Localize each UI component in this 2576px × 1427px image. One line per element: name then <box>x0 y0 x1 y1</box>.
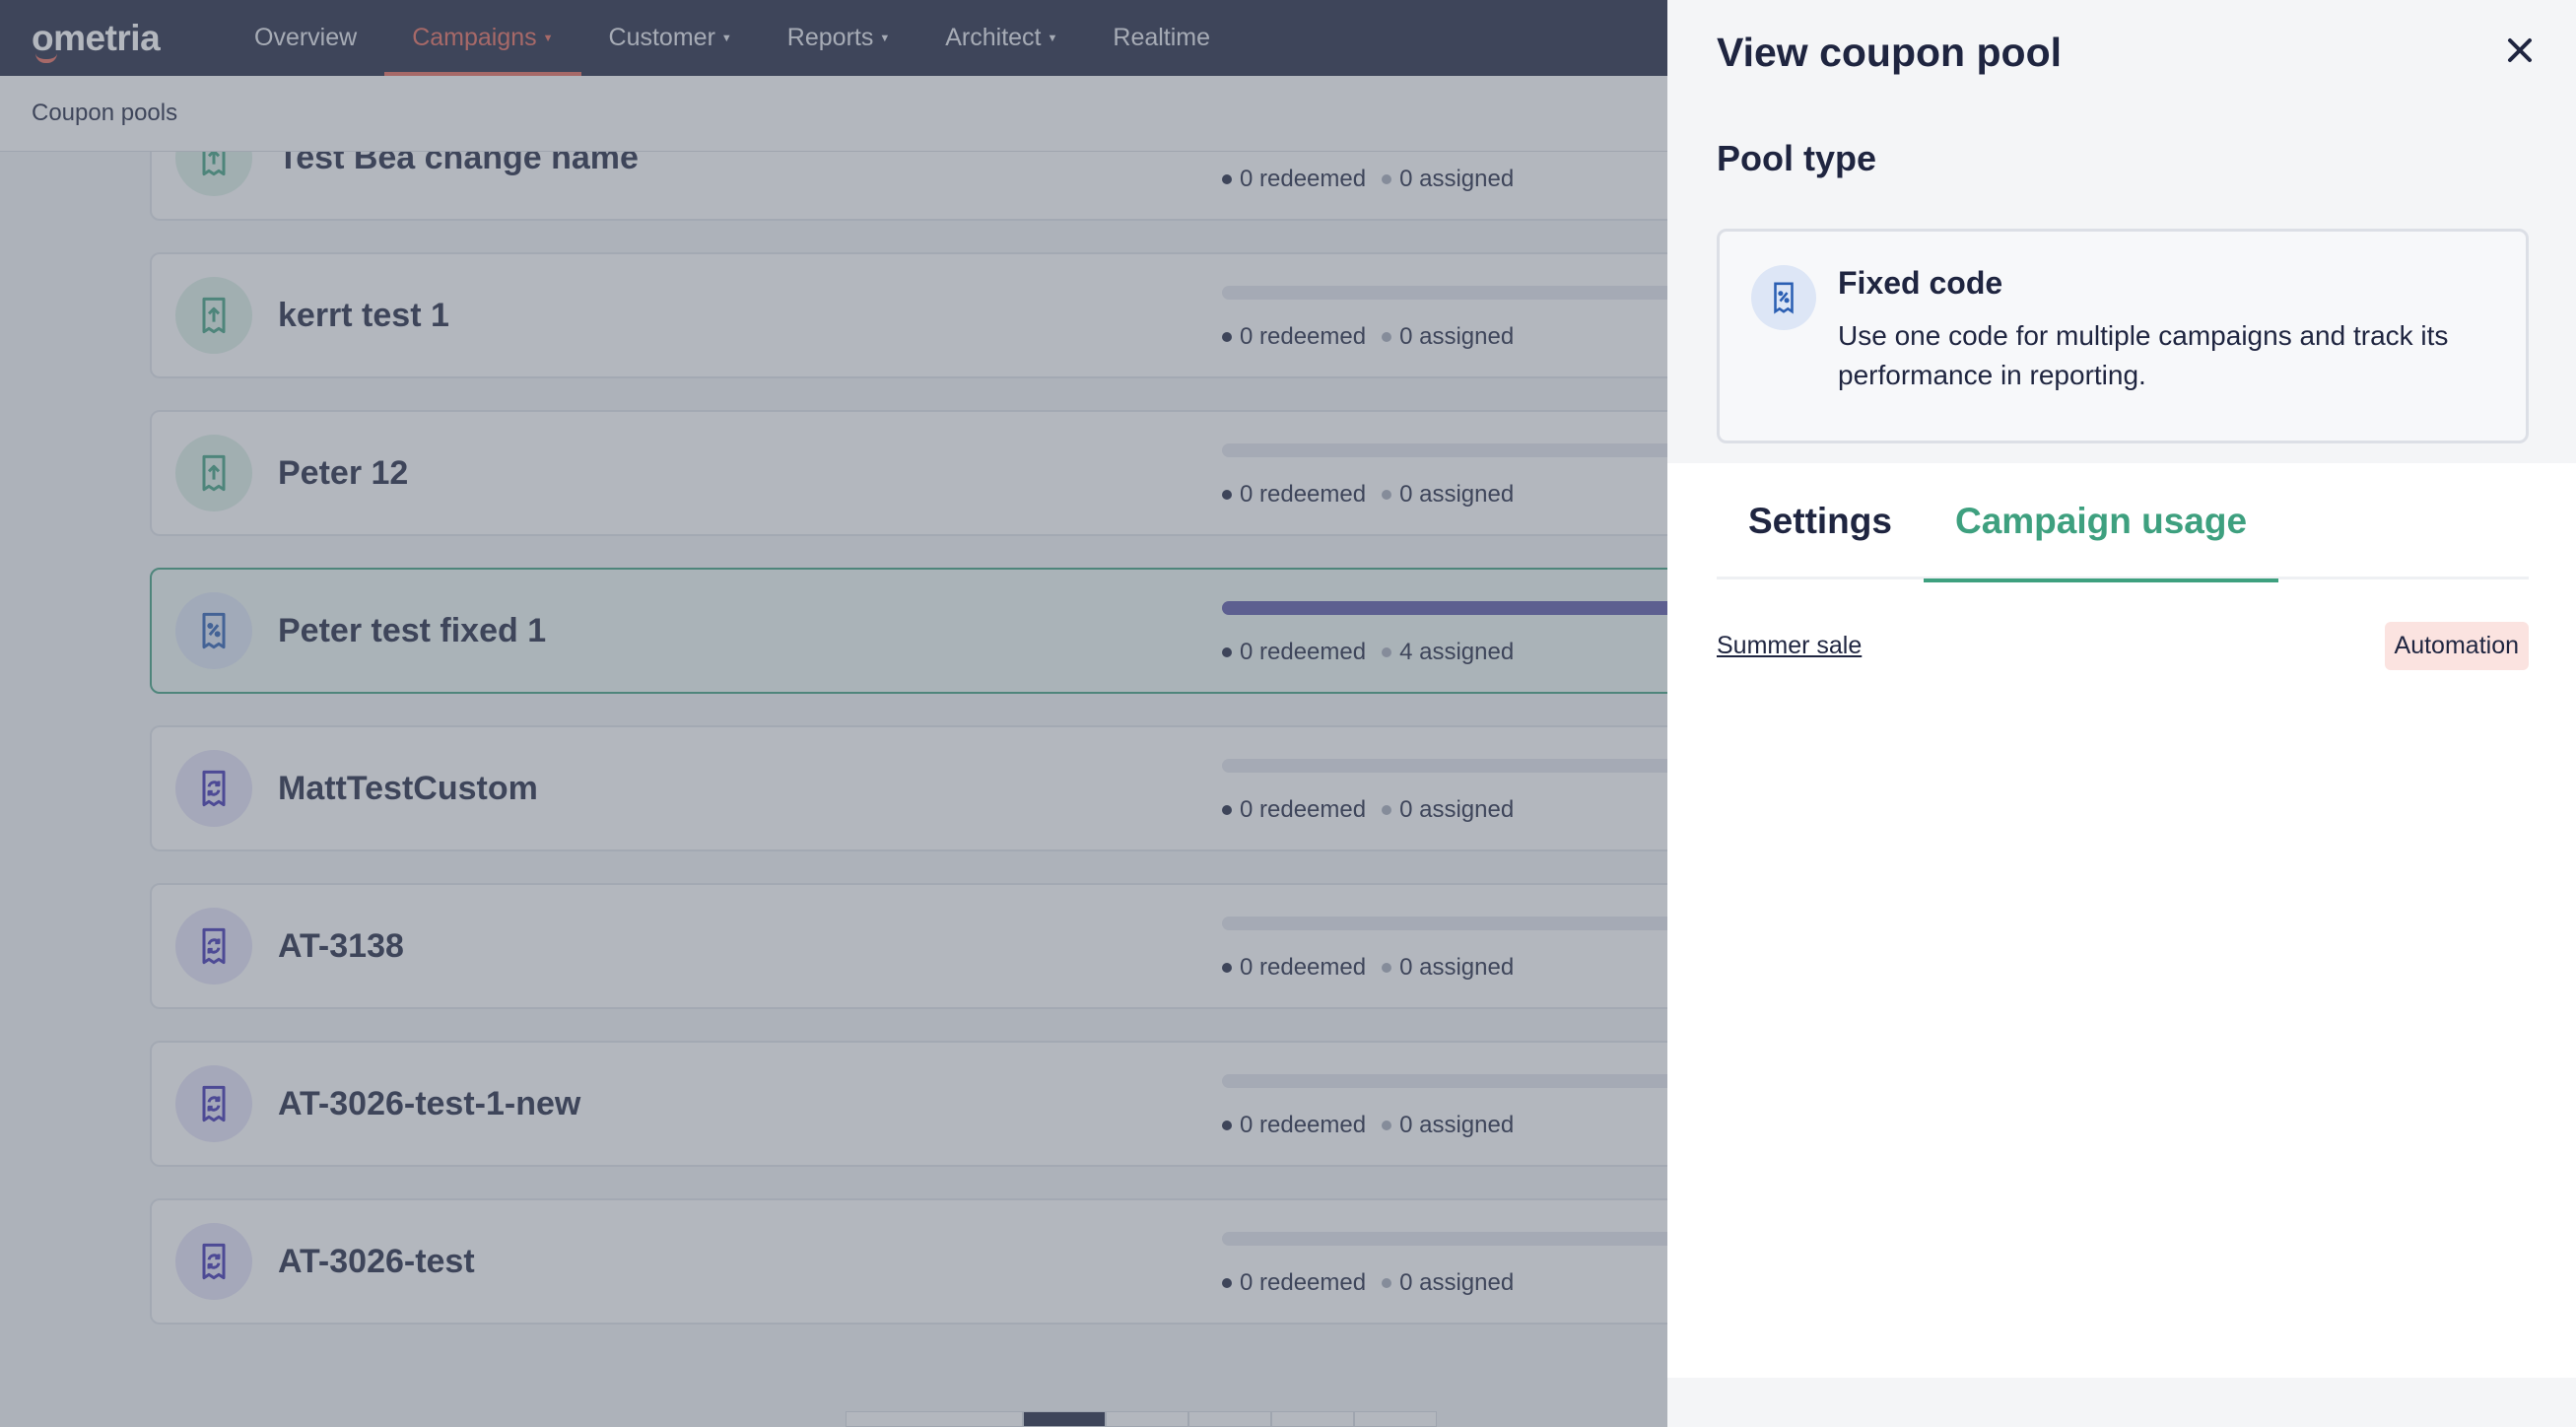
tab-settings[interactable]: Settings <box>1717 463 1924 579</box>
pool-type-title: Fixed code <box>1838 265 2003 301</box>
close-button[interactable] <box>2499 30 2541 71</box>
tab-campaign-usage[interactable]: Campaign usage <box>1923 463 2279 582</box>
drawer-title: View coupon pool <box>1717 30 2063 75</box>
drawer-tabs: Settings Campaign usage <box>1717 463 2529 582</box>
drawer-tab-panel: Settings Campaign usage Summer sale Auto… <box>1667 463 2576 1378</box>
campaign-link[interactable]: Summer sale <box>1717 632 1862 660</box>
tab-label: Campaign usage <box>1954 501 2248 541</box>
pool-type-heading: Pool type <box>1717 138 1877 178</box>
view-coupon-pool-drawer: View coupon pool Pool type Fixed code Us… <box>1667 0 2576 1427</box>
tab-label: Settings <box>1748 501 1892 541</box>
close-icon <box>2508 38 2532 62</box>
fixed-coupon-icon <box>1751 265 1816 330</box>
pool-type-description: Use one code for multiple campaigns and … <box>1838 320 2449 390</box>
campaign-type-badge: Automation <box>2384 621 2529 670</box>
pool-type-card: Fixed code Use one code for multiple cam… <box>1717 229 2529 443</box>
campaign-usage-row: Summer sale Automation <box>1717 619 2529 672</box>
